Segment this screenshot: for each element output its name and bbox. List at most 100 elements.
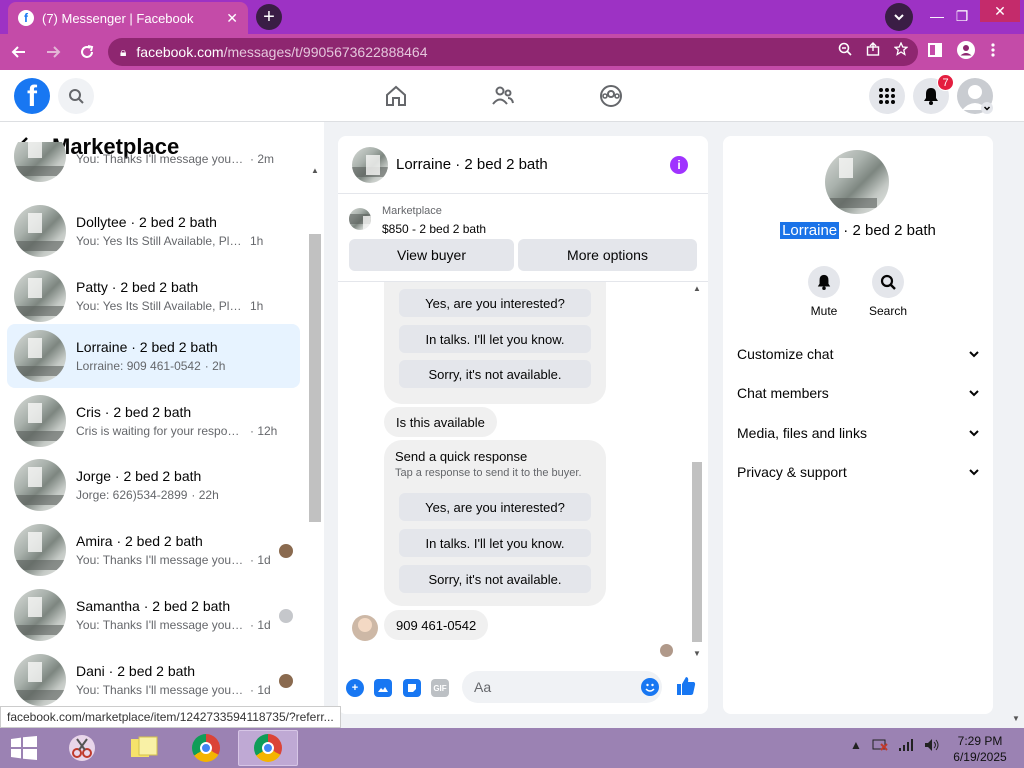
conversation-item-jorge[interactable]: Jorge · 2 bed 2 bath Jorge: 626)534-2899… [7,453,300,517]
share-icon[interactable] [866,42,880,56]
more-options-button[interactable]: More options [518,239,697,271]
taskbar-clock[interactable]: 7:29 PM 6/19/2025 [940,733,1020,765]
conversation-avatar [825,150,889,214]
search-in-conversation-button[interactable]: Search [863,266,913,318]
bookmark-star-icon[interactable] [894,42,908,56]
chat-scrollbar[interactable]: ▲ ▼ [690,282,704,660]
tray-expand-icon[interactable]: ▲ [850,738,862,752]
volume-icon[interactable] [924,738,940,752]
quick-reply-not-available-button[interactable]: Sorry, it's not available. [399,565,591,593]
kebab-menu-icon[interactable] [990,42,996,58]
marketplace-conversation-list: Marketplace You: Thanks I'll message you… [0,122,324,706]
quick-reply-in-talks-button[interactable]: In talks. I'll let you know. [399,529,591,557]
conversation-name: Dani · 2 bed 2 bath [76,663,196,679]
quick-reply-yes-button[interactable]: Yes, are you interested? [399,289,591,317]
conversation-item-patty[interactable]: Patty · 2 bed 2 bath You: Yes Its Still … [7,264,300,328]
search-icon [69,89,84,104]
tab-close-icon[interactable]: ✕ [226,10,238,27]
windows-start-icon[interactable] [10,736,38,760]
page-scroll-down-icon[interactable]: ▼ [1012,714,1020,723]
taskbar-snipping-tool[interactable] [52,730,112,766]
nav-friends[interactable] [489,82,517,110]
conversation-item-cris[interactable]: Cris · 2 bed 2 bath Cris is waiting for … [7,389,300,453]
conversation-list-scrollbar[interactable]: ▲ [308,164,322,704]
scroll-down-icon[interactable]: ▼ [693,649,701,658]
sticker-icon[interactable] [403,679,421,697]
conversation-preview: You: Yes Its Still Available, Please S..… [76,234,246,248]
browser-tab-messenger[interactable]: f (7) Messenger | Facebook ✕ [8,2,248,34]
conversation-time: · 1d [250,553,271,567]
address-bar[interactable]: 🔒︎ facebook.com/messages/t/9905673622888… [108,38,918,66]
chevron-down-icon [969,390,979,397]
side-panel-icon[interactable] [928,43,942,57]
scrollbar-thumb[interactable] [692,462,702,642]
zoom-icon[interactable] [838,42,852,56]
nav-home[interactable] [382,82,410,110]
view-buyer-button[interactable]: View buyer [349,239,514,271]
quick-reply-yes-button[interactable]: Yes, are you interested? [399,493,591,521]
chat-header: Lorraine · 2 bed 2 bath i [338,136,708,194]
message-input[interactable]: Aa [462,671,662,703]
chat-members-item[interactable]: Chat members [737,378,979,408]
conversation-item-samantha[interactable]: Samantha · 2 bed 2 bath You: Thanks I'll… [7,583,300,647]
conversation-item-dollytee[interactable]: Dollytee · 2 bed 2 bath You: Yes Its Sti… [7,199,300,263]
url-host: facebook.com [136,44,224,60]
facebook-logo-icon[interactable]: f [14,78,50,114]
window-restore-button[interactable]: ❐ [950,2,974,30]
network-error-icon[interactable] [872,738,888,752]
conversation-preview: Cris is waiting for your response. [76,424,246,438]
taskbar-chrome-active[interactable] [238,730,298,766]
scroll-up-icon[interactable]: ▲ [693,284,701,293]
taskbar-sticky-notes[interactable] [114,730,174,766]
forward-button[interactable] [38,37,68,67]
listing-thumbnail [14,654,66,706]
thumbs-up-icon[interactable] [676,676,696,702]
facebook-search-button[interactable] [58,78,94,114]
gif-icon[interactable]: GIF [431,679,449,697]
chevron-down-icon [969,469,979,476]
taskbar-chrome[interactable] [176,730,236,766]
chevron-down-icon [969,351,979,358]
scrollbar-thumb[interactable] [309,234,321,522]
info-icon[interactable]: i [670,156,688,174]
mute-button[interactable]: Mute [799,266,849,318]
signal-icon[interactable] [898,738,914,752]
add-icon[interactable]: + [346,679,364,697]
seen-avatar [279,609,293,623]
conversation-item-dani[interactable]: Dani · 2 bed 2 bath You: Thanks I'll mes… [7,648,300,706]
nav-groups[interactable] [597,82,625,110]
conversation-preview: You: Thanks I'll message you in ... [76,553,246,567]
quick-response-title: Send a quick response [395,449,528,464]
conversation-item[interactable]: You: Thanks I'll message you in a ...· 2… [7,142,300,190]
chat-title[interactable]: Lorraine · 2 bed 2 bath [396,156,548,173]
listing-category: Marketplace [382,205,442,217]
conversation-time: 1h [250,234,264,248]
new-tab-button[interactable]: + [256,4,282,30]
conversation-item-amira[interactable]: Amira · 2 bed 2 bath You: Thanks I'll me… [7,518,300,582]
profile-icon[interactable] [956,40,976,60]
back-button[interactable] [4,37,34,67]
tab-title: (7) Messenger | Facebook [42,10,194,26]
tab-search-button[interactable] [885,3,913,31]
bell-icon [808,266,840,298]
conversation-name: Cris · 2 bed 2 bath [76,404,192,420]
privacy-support-item[interactable]: Privacy & support [737,457,979,487]
emoji-icon[interactable] [641,678,659,696]
conversation-item-lorraine[interactable]: Lorraine · 2 bed 2 bath Lorraine: 909 46… [7,324,300,388]
conversation-preview: You: Thanks I'll message you in ... [76,683,246,697]
account-button[interactable] [957,78,993,114]
chat-listing-avatar[interactable] [352,146,388,183]
reload-button[interactable] [72,37,102,67]
customize-chat-item[interactable]: Customize chat [737,339,979,369]
photo-icon[interactable] [374,679,392,697]
quick-reply-in-talks-button[interactable]: In talks. I'll let you know. [399,325,591,353]
arrow-left-icon [11,46,25,58]
conversation-name: Jorge · 2 bed 2 bath [76,468,202,484]
quick-reply-not-available-button[interactable]: Sorry, it's not available. [399,360,591,388]
scroll-up-icon[interactable]: ▲ [311,166,319,175]
menu-button[interactable] [869,78,905,114]
window-minimize-button[interactable]: — [925,2,949,30]
media-files-links-item[interactable]: Media, files and links [737,418,979,448]
window-close-button[interactable]: ✕ [980,0,1020,22]
groups-icon [600,85,622,107]
